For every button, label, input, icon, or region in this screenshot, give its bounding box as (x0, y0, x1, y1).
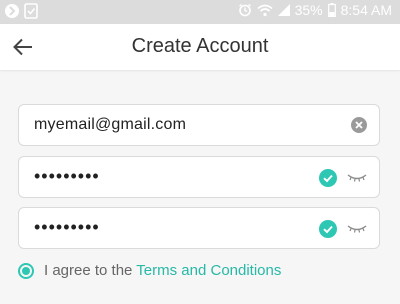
valid-check-icon (319, 220, 337, 238)
status-bar: 35% 8:54 AM (0, 0, 400, 24)
battery-icon (327, 3, 336, 17)
status-time: 8:54 AM (340, 2, 392, 18)
alarm-icon (238, 3, 252, 17)
password-field-value: ••••••••• (34, 166, 100, 186)
terms-text: I agree to the Terms and Conditions (44, 262, 281, 279)
download-notification-icon (24, 3, 38, 19)
terms-link[interactable]: Terms and Conditions (136, 262, 281, 279)
terms-agreement: I agree to the Terms and Conditions (18, 262, 281, 279)
hidden-eye-icon[interactable] (347, 171, 367, 183)
email-field-value: myemail@gmail.com (34, 116, 187, 133)
radio-selected-dot (22, 266, 30, 275)
status-system-icons: 35% 8:54 AM (238, 2, 392, 18)
page-title: Create Account (131, 35, 269, 57)
hidden-eye-icon[interactable] (347, 222, 367, 234)
valid-check-icon (319, 169, 337, 187)
confirm-password-field-value: ••••••••• (34, 217, 100, 237)
battery-percent: 35% (294, 2, 323, 18)
status-notification-icons (4, 3, 38, 19)
password-field[interactable]: ••••••••• (18, 156, 380, 198)
app-bar: Create Account (0, 24, 400, 70)
clear-icon[interactable] (351, 117, 367, 133)
terms-prefix: I agree to the (44, 262, 137, 279)
confirm-password-field[interactable]: ••••••••• (18, 207, 380, 249)
wifi-icon (257, 4, 273, 17)
app-notification-icon (4, 3, 20, 19)
email-field[interactable]: myemail@gmail.com (18, 104, 380, 146)
signal-icon (277, 4, 290, 16)
terms-radio[interactable] (18, 262, 34, 279)
